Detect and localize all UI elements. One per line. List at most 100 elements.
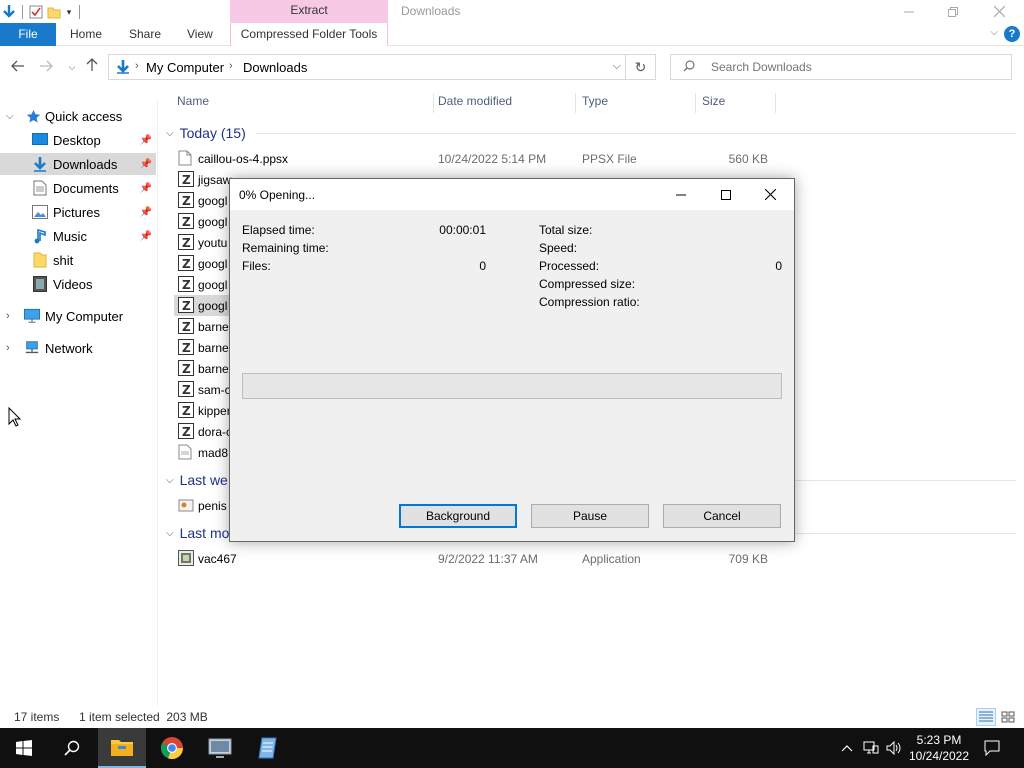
pictures-icon — [32, 204, 48, 220]
column-header-date[interactable]: Date modified — [438, 93, 576, 113]
elapsed-time-label: Elapsed time: — [242, 223, 315, 237]
zip-icon: Z — [178, 318, 194, 335]
folder-icon — [32, 252, 48, 268]
svg-text:Z: Z — [182, 383, 191, 397]
pause-button[interactable]: Pause — [531, 504, 649, 528]
cancel-button[interactable]: Cancel — [663, 504, 781, 528]
compressed-size-label: Compressed size: — [539, 277, 636, 291]
pin-icon[interactable]: 📌 — [140, 159, 152, 170]
refresh-icon[interactable]: ↻ — [625, 55, 655, 79]
computer-icon — [24, 308, 40, 324]
extract-context-tab[interactable]: Extract — [230, 0, 388, 23]
new-folder-icon[interactable] — [45, 3, 63, 21]
remaining-time-label: Remaining time: — [242, 241, 329, 255]
details-view-icon[interactable] — [976, 708, 996, 726]
tab-view[interactable]: View — [187, 23, 213, 46]
group-header-today[interactable]: ⌵ Today (15) — [166, 122, 1016, 144]
file-name: vac467 — [198, 552, 237, 566]
dialog-close-button[interactable] — [748, 179, 793, 210]
show-hidden-icons-icon[interactable] — [838, 728, 856, 768]
expand-ribbon-icon[interactable]: ⌵ — [990, 27, 998, 38]
expand-chevron-icon[interactable]: › — [6, 342, 10, 354]
forward-arrow-icon[interactable] — [36, 58, 56, 76]
taskbar-clock[interactable]: 5:23 PM 10/24/2022 — [906, 732, 972, 764]
breadcrumb-downloads[interactable]: Downloads — [243, 60, 307, 75]
ribbon-tabs: File Home Share View Compressed Folder T… — [0, 23, 1024, 46]
download-arrow-icon[interactable] — [0, 3, 18, 21]
sidebar-item-videos[interactable]: Videos — [0, 273, 156, 295]
zip-icon: Z — [178, 423, 194, 440]
sidebar-item-music[interactable]: Music 📌 — [0, 225, 156, 247]
file-row[interactable]: vac467 9/2/2022 11:37 AM Application 709… — [174, 548, 954, 569]
network-tray-icon[interactable] — [860, 728, 882, 768]
windows-start-icon[interactable] — [0, 728, 48, 768]
sidebar-label: Quick access — [45, 108, 123, 124]
sidebar-item-quick-access[interactable]: ⌵ Quick access — [0, 105, 156, 127]
collapse-chevron-icon[interactable]: ⌵ — [166, 475, 174, 486]
large-icons-view-icon[interactable] — [998, 708, 1018, 726]
sidebar-item-desktop[interactable]: Desktop 📌 — [0, 129, 156, 151]
breadcrumb-my-computer[interactable]: My Computer — [146, 60, 224, 75]
toolbar-divider — [79, 5, 80, 19]
search-input[interactable] — [711, 59, 1001, 75]
breadcrumb-separator-icon[interactable]: › — [229, 60, 233, 72]
file-name: penis — [198, 499, 227, 513]
volume-icon[interactable] — [884, 728, 904, 768]
svg-text:Z: Z — [182, 425, 191, 439]
control-panel-icon[interactable] — [196, 728, 244, 768]
background-button[interactable]: Background — [399, 504, 517, 528]
breadcrumb-separator-icon[interactable]: › — [135, 60, 139, 72]
sidebar-item-my-computer[interactable]: › My Computer — [0, 305, 156, 327]
properties-icon[interactable] — [27, 3, 45, 21]
help-icon[interactable]: ? — [1004, 26, 1020, 42]
tab-compressed-folder-tools[interactable]: Compressed Folder Tools — [230, 23, 388, 46]
pin-icon[interactable]: 📌 — [140, 207, 152, 218]
files-value: 0 — [479, 259, 486, 273]
files-label: Files: — [242, 259, 271, 273]
notepad-icon[interactable] — [244, 728, 292, 768]
search-icon[interactable] — [48, 728, 96, 768]
file-row[interactable]: caillou-os-4.ppsx 10/24/2022 5:14 PM PPS… — [174, 148, 954, 169]
search-box[interactable] — [670, 54, 1012, 80]
pin-icon[interactable]: 📌 — [140, 135, 152, 146]
zip-icon: Z — [178, 255, 194, 272]
minimize-button[interactable] — [886, 0, 932, 23]
collapse-chevron-icon[interactable]: ⌵ — [166, 528, 174, 539]
file-explorer-icon[interactable] — [98, 728, 146, 768]
chrome-icon[interactable] — [148, 728, 196, 768]
close-button[interactable] — [976, 0, 1022, 23]
customize-toolbar-icon[interactable]: ▾ — [63, 3, 75, 21]
tab-file[interactable]: File — [0, 23, 56, 46]
recent-locations-icon[interactable]: ⌵ — [62, 58, 82, 76]
svg-text:Z: Z — [182, 278, 191, 292]
address-bar[interactable]: › My Computer › Downloads ⌵ ↻ — [108, 54, 656, 80]
column-header-type[interactable]: Type — [582, 93, 696, 113]
expand-chevron-icon[interactable]: › — [6, 310, 10, 322]
downloads-location-icon — [115, 59, 131, 78]
up-arrow-icon[interactable] — [82, 58, 102, 76]
file-row-selected[interactable]: Z googl — [174, 295, 234, 316]
sidebar-item-shit[interactable]: shit — [0, 249, 156, 271]
dialog-minimize-button[interactable] — [658, 179, 703, 210]
back-arrow-icon[interactable] — [8, 58, 28, 76]
zip-icon: Z — [178, 297, 194, 314]
column-header-size[interactable]: Size — [702, 93, 776, 113]
sidebar-item-downloads[interactable]: Downloads 📌 — [0, 153, 156, 175]
collapse-chevron-icon[interactable]: ⌵ — [6, 111, 14, 122]
dialog-maximize-button[interactable] — [703, 179, 748, 210]
column-header-name[interactable]: Name — [177, 93, 434, 113]
sidebar-item-documents[interactable]: Documents 📌 — [0, 177, 156, 199]
window-title: Downloads — [401, 4, 461, 18]
tab-home[interactable]: Home — [70, 23, 102, 46]
action-center-icon[interactable] — [978, 728, 1006, 768]
sidebar-item-network[interactable]: › Network — [0, 337, 156, 359]
maximize-button[interactable] — [930, 0, 976, 23]
pin-icon[interactable]: 📌 — [140, 231, 152, 242]
file-name: caillou-os-4.ppsx — [198, 152, 289, 166]
pin-icon[interactable]: 📌 — [140, 183, 152, 194]
tab-share[interactable]: Share — [129, 23, 161, 46]
collapse-chevron-icon[interactable]: ⌵ — [166, 128, 174, 139]
address-dropdown-icon[interactable]: ⌵ — [613, 60, 621, 73]
taskbar: 5:23 PM 10/24/2022 — [0, 728, 1024, 768]
sidebar-item-pictures[interactable]: Pictures 📌 — [0, 201, 156, 223]
